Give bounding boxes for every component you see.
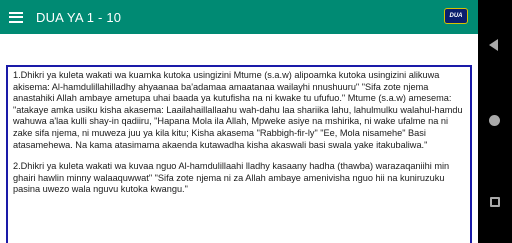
dua-paragraph-2: 2.Dhikri ya kuleta wakati wa kuvaa nguo …	[13, 161, 450, 195]
dua-content-box[interactable]: 1.Dhikri ya kuleta wakati wa kuamka kuto…	[6, 65, 472, 243]
hamburger-menu-icon[interactable]	[9, 11, 23, 23]
app-toolbar: DUA YA 1 - 10 DUA	[0, 0, 478, 34]
menu-bar-line	[9, 20, 23, 23]
app-screen: DUA YA 1 - 10 DUA 1.Dhikri ya kuleta wak…	[0, 0, 478, 243]
menu-bar-line	[9, 11, 23, 14]
dua-logo-icon[interactable]: DUA	[444, 8, 468, 24]
home-circle-icon[interactable]	[489, 115, 500, 126]
recent-apps-square-icon[interactable]	[490, 197, 500, 207]
dua-paragraph-1: 1.Dhikri ya kuleta wakati wa kuamka kuto…	[13, 70, 463, 150]
back-triangle-icon[interactable]	[489, 39, 498, 51]
system-navigation-bar	[478, 0, 512, 243]
menu-bar-line	[9, 16, 23, 18]
dua-logo-text: DUA	[449, 13, 463, 19]
toolbar-title: DUA YA 1 - 10	[36, 9, 122, 25]
